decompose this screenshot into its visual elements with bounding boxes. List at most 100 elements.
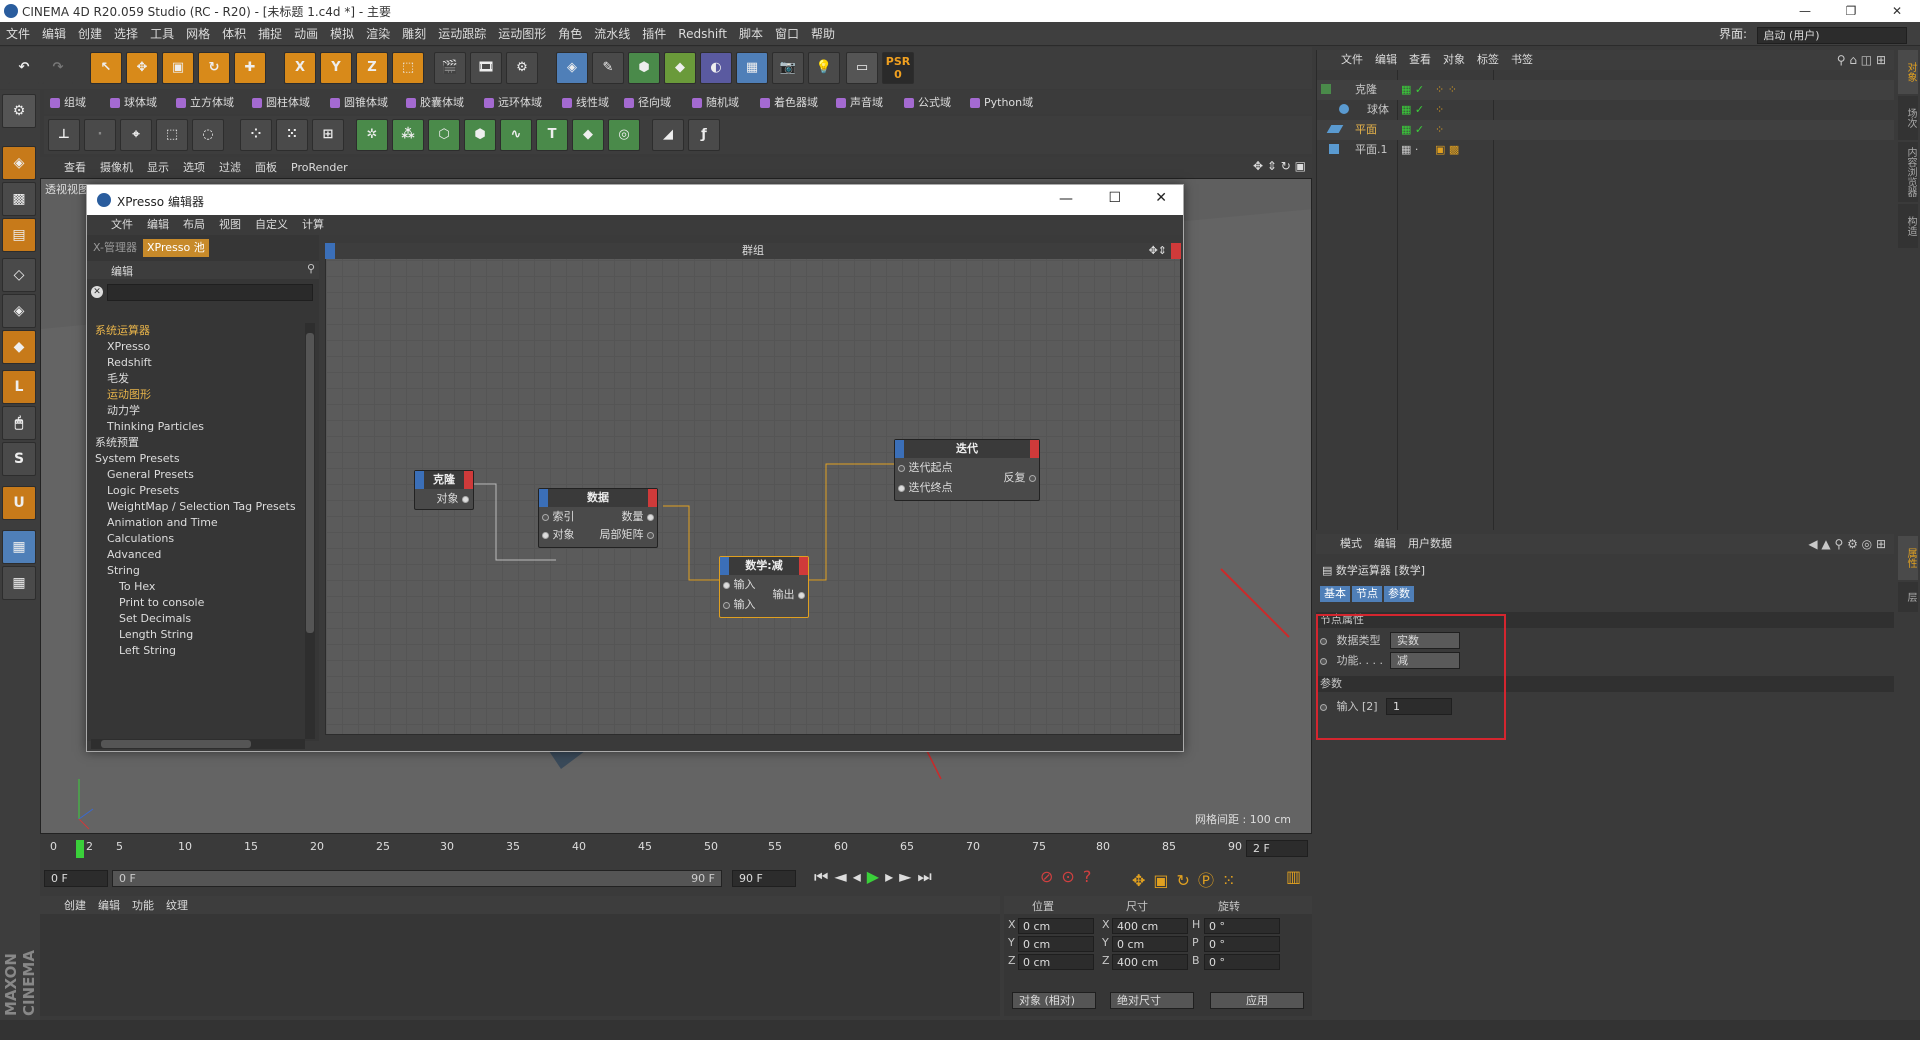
tree-item[interactable]: Length String bbox=[119, 627, 193, 643]
coordinate-system-icon[interactable]: ⬚ bbox=[392, 52, 424, 84]
vp-menu-filter[interactable]: 过滤 bbox=[212, 157, 248, 178]
z-axis-lock-button[interactable]: Z bbox=[356, 52, 388, 84]
tree-item[interactable]: General Presets bbox=[107, 467, 194, 483]
iter-port-end[interactable]: 迭代终点 bbox=[898, 480, 953, 496]
box-select-icon[interactable]: ⬚ bbox=[156, 119, 188, 151]
tree-item[interactable]: To Hex bbox=[119, 579, 155, 595]
undo-icon[interactable]: ↶ bbox=[8, 52, 40, 84]
object-row-plane[interactable]: 平面 ▦ ✓ ⁘ bbox=[1317, 120, 1894, 140]
model-mode-icon[interactable]: ◈ bbox=[2, 146, 36, 180]
timeline-window-icon[interactable]: ▥ bbox=[1286, 867, 1301, 886]
pool-search-icon[interactable]: ⚲ bbox=[307, 262, 315, 275]
viewport-nav-icons[interactable]: ✥ ⇕ ↻ ▣ bbox=[1253, 159, 1306, 173]
prev-key-icon[interactable]: ◄ bbox=[834, 867, 852, 886]
am-tab-node[interactable]: 节点 bbox=[1352, 586, 1382, 602]
generators-icon[interactable]: ◆ bbox=[664, 52, 696, 84]
mat-menu-function[interactable]: 功能 bbox=[126, 896, 160, 916]
rotate-tool-icon[interactable]: ↻ bbox=[198, 52, 230, 84]
tree-item[interactable]: 系统预置 bbox=[95, 435, 139, 451]
edges-mode-icon[interactable]: ⁙ bbox=[276, 119, 308, 151]
xp-menu-layout[interactable]: 布局 bbox=[176, 215, 212, 235]
right-tab-layers[interactable]: 层 bbox=[1898, 582, 1918, 612]
math-port-output[interactable]: 输出 bbox=[773, 587, 805, 603]
workplane-icon[interactable]: ⊥ bbox=[48, 119, 80, 151]
field-sound[interactable]: 声音域 bbox=[834, 94, 883, 112]
group-nav-icon[interactable]: ✥⇕ bbox=[1149, 243, 1167, 259]
xpresso-node-graph[interactable]: 克隆 对象 数据 索引 对象 数量 局部矩阵 数学:减 输入 输入 输出 迭代 … bbox=[325, 243, 1181, 735]
mat-menu-create[interactable]: 创建 bbox=[40, 896, 92, 916]
timeline-ruler[interactable]: 0 2 5 10 15 20 25 30 35 40 45 50 55 60 6… bbox=[40, 838, 1312, 862]
matrix-icon[interactable]: ⁂ bbox=[392, 119, 424, 151]
tree-item[interactable]: WeightMap / Selection Tag Presets bbox=[107, 499, 296, 515]
iter-port-start[interactable]: 迭代起点 bbox=[898, 460, 953, 476]
menu-tools[interactable]: 工具 bbox=[144, 22, 180, 46]
start-frame-field[interactable]: 0 F bbox=[44, 870, 108, 887]
am-menu-mode[interactable]: 模式 bbox=[1316, 534, 1368, 554]
go-to-end-icon[interactable]: ⏭ bbox=[917, 867, 937, 886]
apply-button[interactable]: 应用 bbox=[1210, 992, 1304, 1009]
field-torus[interactable]: 远环体域 bbox=[482, 94, 542, 112]
menu-snap[interactable]: 捕捉 bbox=[252, 22, 288, 46]
am-tab-basic[interactable]: 基本 bbox=[1320, 586, 1350, 602]
formula-effector-icon[interactable]: ƒ bbox=[688, 119, 720, 151]
pool-search-input[interactable] bbox=[107, 284, 313, 301]
menu-render[interactable]: 渲染 bbox=[360, 22, 396, 46]
key-rotation-icon[interactable]: ↻ bbox=[1177, 871, 1198, 890]
om-menu-bookmarks[interactable]: 书签 bbox=[1505, 50, 1539, 70]
keyframe-selection-icon[interactable]: ? bbox=[1083, 867, 1100, 886]
coord-size-field[interactable]: 400 cm bbox=[1112, 954, 1188, 970]
pool-edit-label[interactable]: 编辑 bbox=[111, 263, 133, 279]
coord-size-field[interactable]: 400 cm bbox=[1112, 918, 1188, 934]
om-search-home-icons[interactable]: ⚲ ⌂ ◫ ⊞ bbox=[1837, 53, 1886, 67]
render-picture-viewer-icon[interactable]: 🎞 bbox=[470, 52, 502, 84]
object-row-plane-1[interactable]: 平面.1 ▦ · ▣ ▩ bbox=[1317, 140, 1894, 160]
transport-buttons[interactable]: ⏮◄◂▶▸►⏭ bbox=[814, 867, 938, 887]
lasso-select-icon[interactable]: ◌ bbox=[192, 119, 224, 151]
polygons-icon[interactable]: ◆ bbox=[2, 330, 36, 364]
field-random[interactable]: 随机域 bbox=[690, 94, 739, 112]
tree-item[interactable]: Advanced bbox=[107, 547, 161, 563]
coords-mode-dropdown[interactable]: 对象 (相对) bbox=[1012, 992, 1096, 1009]
make-editable-icon[interactable]: ⚙ bbox=[2, 94, 36, 128]
clear-search-icon[interactable]: ✕ bbox=[91, 286, 103, 298]
tree-item[interactable]: Redshift bbox=[107, 355, 152, 371]
y-axis-lock-button[interactable]: Y bbox=[320, 52, 352, 84]
key-scale-icon[interactable]: ▣ bbox=[1153, 871, 1176, 890]
xp-menu-file[interactable]: 文件 bbox=[87, 215, 140, 235]
node-data[interactable]: 数据 索引 对象 数量 局部矩阵 bbox=[538, 488, 658, 548]
coord-rotation-field[interactable]: 0 ° bbox=[1204, 936, 1280, 952]
record-key-icon[interactable]: ⊘ bbox=[1040, 867, 1061, 886]
restore-icon[interactable]: ❐ bbox=[1828, 0, 1874, 22]
iter-port-repeat[interactable]: 反复 bbox=[1004, 470, 1036, 486]
mat-menu-edit[interactable]: 编辑 bbox=[92, 896, 126, 916]
menu-volume[interactable]: 体积 bbox=[216, 22, 252, 46]
vp-menu-prorender[interactable]: ProRender bbox=[284, 157, 355, 178]
menu-window[interactable]: 窗口 bbox=[769, 22, 805, 46]
light-icon[interactable]: 💡 bbox=[808, 52, 840, 84]
menu-motion-tracking[interactable]: 运动跟踪 bbox=[432, 22, 492, 46]
xp-menu-custom[interactable]: 自定义 bbox=[248, 215, 295, 235]
right-tab-takes[interactable]: 场次 bbox=[1898, 96, 1918, 140]
field-python[interactable]: Python域 bbox=[968, 94, 1033, 112]
redo-icon[interactable]: ↷ bbox=[42, 52, 74, 84]
tree-item[interactable]: Logic Presets bbox=[107, 483, 179, 499]
clone-port-object[interactable]: 对象 bbox=[437, 491, 469, 507]
tab-x-manager[interactable]: X-管理器 bbox=[89, 239, 141, 257]
node-math-subtract[interactable]: 数学:减 输入 输入 输出 bbox=[719, 556, 809, 618]
x-axis-lock-button[interactable]: X bbox=[284, 52, 316, 84]
menu-script[interactable]: 脚本 bbox=[733, 22, 769, 46]
vp-menu-cameras[interactable]: 摄像机 bbox=[93, 157, 140, 178]
data-port-count[interactable]: 数量 bbox=[622, 509, 654, 525]
go-to-start-icon[interactable]: ⏮ bbox=[814, 867, 834, 886]
visibility-dot-icon[interactable]: ▦ · bbox=[1401, 140, 1418, 160]
right-tab-objects[interactable]: 对象 bbox=[1898, 50, 1918, 94]
voronoi-icon[interactable]: ⬢ bbox=[464, 119, 496, 151]
move-tool-icon[interactable]: ✥ bbox=[126, 52, 158, 84]
menu-pipeline[interactable]: 流水线 bbox=[588, 22, 636, 46]
am-menu-edit[interactable]: 编辑 bbox=[1368, 534, 1402, 554]
coord-position-field[interactable]: 0 cm bbox=[1018, 918, 1094, 934]
next-frame-icon[interactable]: ▸ bbox=[885, 867, 899, 886]
vp-menu-view[interactable]: 查看 bbox=[40, 157, 93, 178]
coord-position-field[interactable]: 0 cm bbox=[1018, 954, 1094, 970]
prev-frame-icon[interactable]: ◂ bbox=[853, 867, 867, 886]
